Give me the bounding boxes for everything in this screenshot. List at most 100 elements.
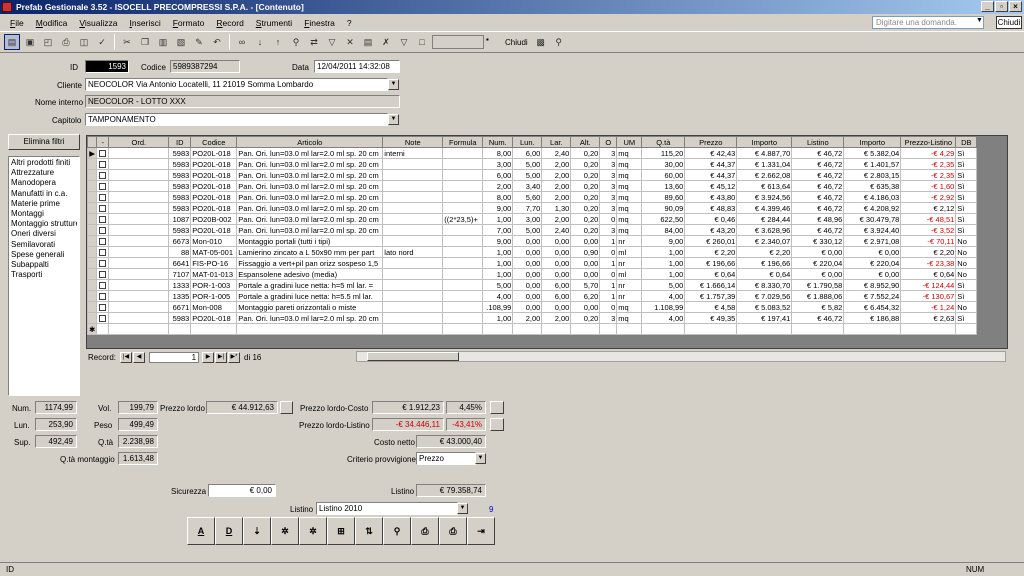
grid-cell[interactable]: 115,20: [641, 147, 686, 159]
cell-ord[interactable]: [108, 268, 170, 280]
cell-ord[interactable]: [108, 180, 170, 192]
close-button[interactable]: ×: [1009, 1, 1022, 12]
id-field[interactable]: 1593: [85, 60, 129, 73]
new-row-cell[interactable]: [541, 323, 572, 335]
table-row[interactable]: 5983 PO20L-018 Pan. Ori. lun=03.0 ml lar=2…: [87, 169, 978, 181]
grid-cell[interactable]: ((2*23,5)+: [442, 213, 484, 225]
last-record-button[interactable]: ▶|: [215, 351, 228, 363]
grid-cell[interactable]: interni: [382, 147, 444, 159]
grid-cell[interactable]: Pan. Ori. lun=03.0 ml lar=2.0 ml sp. 20 …: [236, 202, 384, 214]
grid-cell[interactable]: 0,00: [570, 235, 601, 247]
row-selector[interactable]: [87, 301, 98, 313]
cell-ord[interactable]: [108, 158, 170, 170]
prev-record-button[interactable]: ◀: [133, 351, 146, 363]
row-selector[interactable]: [87, 246, 98, 258]
grid-cell[interactable]: € 1.331,04: [736, 158, 793, 170]
table-row[interactable]: 5983 PO20L-018 Pan. Ori. lun=03.0 ml lar=2…: [87, 202, 978, 214]
row-checkbox[interactable]: [96, 235, 110, 247]
grid-cell[interactable]: FIS-PO-16: [190, 257, 238, 269]
capitolo-dropdown[interactable]: ▼: [388, 114, 399, 125]
grid-cell[interactable]: € 45,12: [684, 180, 738, 192]
grid-cell[interactable]: nr: [616, 279, 643, 291]
grid-cell[interactable]: 0,20: [570, 169, 601, 181]
link-icon[interactable]: ∞: [234, 34, 250, 50]
grid-cell[interactable]: [382, 191, 444, 203]
grid-cell[interactable]: Sì: [955, 191, 978, 203]
new-row-cell[interactable]: [512, 323, 543, 335]
grid-cell[interactable]: 1: [599, 290, 618, 302]
grid-cell[interactable]: [382, 268, 444, 280]
grid-cell[interactable]: € 5,82: [791, 301, 845, 313]
format-painter-icon[interactable]: ✎: [191, 34, 207, 50]
row-selector[interactable]: [87, 180, 98, 192]
grid-cell[interactable]: 2,40: [541, 147, 572, 159]
new-record-button[interactable]: ▶*: [228, 351, 241, 363]
grid-cell[interactable]: 4,00: [641, 290, 686, 302]
new-row-cell[interactable]: [108, 323, 170, 335]
next-record-button[interactable]: ▶: [202, 351, 215, 363]
grid-cell[interactable]: -€ 3,52: [900, 224, 957, 236]
grid-cell[interactable]: [442, 268, 484, 280]
grid-cell[interactable]: € 1.888,06: [791, 290, 845, 302]
grid-cell[interactable]: € 46,72: [791, 158, 845, 170]
grid-cell[interactable]: 7,70: [512, 202, 543, 214]
grid-cell[interactable]: 3: [599, 180, 618, 192]
grid-cell[interactable]: Fissaggio a vert+pil pan orizz sospeso 1…: [236, 257, 384, 269]
grid-cell[interactable]: -€ 130,67: [900, 290, 957, 302]
table-row[interactable]: 5983 PO20L-018 Pan. Ori. lun=03.0 ml lar=2…: [87, 312, 978, 324]
table-row[interactable]: 1333 POR-1-003 Portale a gradini luce nett…: [87, 279, 978, 291]
grid-cell[interactable]: mq: [616, 213, 643, 225]
grid-cell[interactable]: € 260,01: [684, 235, 738, 247]
table-row[interactable]: 6673 Mon-010 Montaggio portali (tutti i ti…: [87, 235, 978, 247]
grid-cell[interactable]: € 46,72: [791, 191, 845, 203]
grid-cell[interactable]: € 43,80: [684, 191, 738, 203]
category-item[interactable]: Subappalti: [11, 260, 77, 270]
grid-cell[interactable]: 5,00: [512, 158, 543, 170]
grid-cell[interactable]: 1,00: [641, 257, 686, 269]
row-checkbox[interactable]: [96, 246, 110, 258]
row-checkbox[interactable]: [96, 312, 110, 324]
save-icon[interactable]: ▣: [22, 34, 38, 50]
grid-cell[interactable]: 5983: [168, 224, 192, 236]
grid-cell[interactable]: 0: [599, 268, 618, 280]
row-checkbox[interactable]: [96, 147, 110, 159]
grid-cell[interactable]: 3,40: [512, 180, 543, 192]
grid-cell[interactable]: 84,00: [641, 224, 686, 236]
column-header[interactable]: O: [599, 136, 618, 148]
grid-cell[interactable]: [382, 290, 444, 302]
column-header[interactable]: Prezzo-Listino: [900, 136, 957, 148]
cell-ord[interactable]: [108, 235, 170, 247]
grid-cell[interactable]: € 7.029,56: [736, 290, 793, 302]
row-checkbox[interactable]: [96, 279, 110, 291]
row-selector[interactable]: [87, 279, 98, 291]
grid-cell[interactable]: 0,20: [570, 147, 601, 159]
grid-cell[interactable]: 0,20: [570, 213, 601, 225]
grid-cell[interactable]: 2,00: [541, 213, 572, 225]
grid-cell[interactable]: € 2.803,15: [843, 169, 902, 181]
grid-cell[interactable]: 2,00: [541, 312, 572, 324]
new-row-cell[interactable]: [190, 323, 238, 335]
grid-cell[interactable]: € 48,96: [791, 213, 845, 225]
grid-cell[interactable]: [442, 235, 484, 247]
grid-cell[interactable]: € 613,64: [736, 180, 793, 192]
grid-cell[interactable]: € 0,64: [736, 268, 793, 280]
menu-visualizza[interactable]: Visualizza: [73, 18, 123, 28]
grid-cell[interactable]: 2,00: [541, 191, 572, 203]
column-header[interactable]: Num.: [482, 136, 514, 148]
grid-cell[interactable]: 2,00: [541, 158, 572, 170]
table-row[interactable]: 6641 FIS-PO-16 Fissaggio a vert+pil pan or…: [87, 257, 978, 269]
row-selector[interactable]: [87, 169, 98, 181]
grid-cell[interactable]: 3: [599, 169, 618, 181]
close-doc-button[interactable]: Chiudi: [996, 16, 1022, 29]
grid-cell[interactable]: 6,00: [482, 169, 514, 181]
new-row-cell[interactable]: [736, 323, 793, 335]
grid-cell[interactable]: PO20L-018: [190, 158, 238, 170]
grid-cell[interactable]: € 0,00: [843, 246, 902, 258]
grid-cell[interactable]: 0,00: [512, 268, 543, 280]
prezzo-lordo-button[interactable]: [280, 401, 293, 414]
grid-cell[interactable]: € 4.186,03: [843, 191, 902, 203]
grid-cell[interactable]: 1,00: [641, 268, 686, 280]
row-checkbox[interactable]: [96, 224, 110, 236]
sicurezza-field[interactable]: € 0,00: [208, 484, 276, 497]
new-row-cell[interactable]: [168, 323, 192, 335]
